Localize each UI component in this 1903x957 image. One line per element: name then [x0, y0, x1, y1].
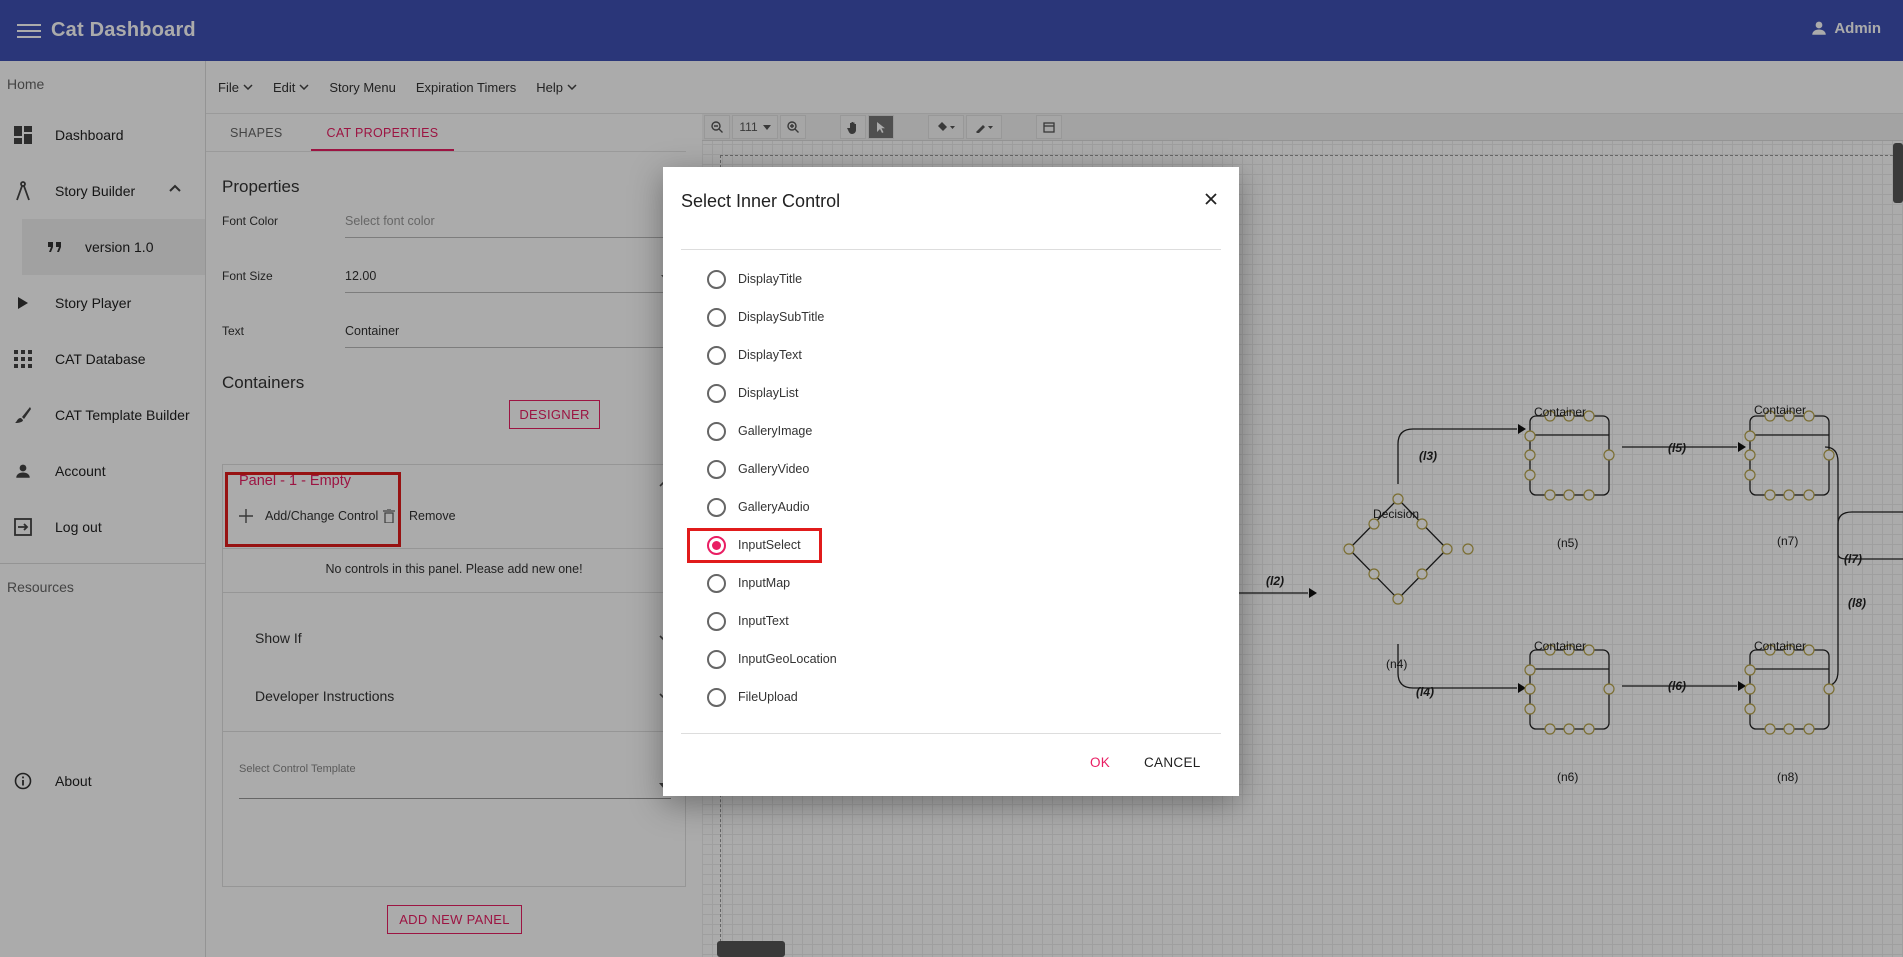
radio-button[interactable]: [707, 573, 726, 593]
option-label: FileUpload: [738, 690, 798, 704]
option-galleryimage[interactable]: GalleryImage: [707, 416, 812, 446]
option-fileupload[interactable]: FileUpload: [707, 682, 798, 712]
option-galleryaudio[interactable]: GalleryAudio: [707, 492, 810, 522]
radio-button[interactable]: [707, 421, 726, 441]
option-label: GalleryImage: [738, 424, 813, 438]
select-inner-control-dialog: Select Inner Control DisplayTitle Displa…: [663, 167, 1239, 796]
option-displaytitle[interactable]: DisplayTitle: [707, 264, 802, 294]
option-label: DisplayText: [738, 348, 802, 362]
option-label: InputGeoLocation: [738, 652, 837, 666]
radio-button[interactable]: [707, 269, 726, 289]
radio-button[interactable]: [707, 459, 726, 479]
cancel-button[interactable]: CANCEL: [1144, 755, 1201, 770]
option-displaysubtitle[interactable]: DisplaySubTitle: [707, 302, 824, 332]
highlight-inputselect: [687, 528, 822, 563]
radio-button[interactable]: [707, 611, 726, 631]
option-inputgeolocation[interactable]: InputGeoLocation: [707, 644, 837, 674]
option-label: DisplayTitle: [738, 272, 803, 286]
option-label: DisplayList: [738, 386, 799, 400]
option-label: GalleryAudio: [738, 500, 810, 514]
dialog-divider-bottom: [681, 733, 1221, 734]
option-label: DisplaySubTitle: [738, 310, 825, 324]
option-displaytext[interactable]: DisplayText: [707, 340, 802, 370]
close-icon[interactable]: [1201, 189, 1221, 209]
option-label: InputMap: [738, 576, 791, 590]
radio-button[interactable]: [707, 345, 726, 365]
radio-button[interactable]: [707, 497, 726, 517]
option-label: InputText: [738, 614, 789, 628]
ok-button[interactable]: OK: [1090, 755, 1110, 770]
option-inputtext[interactable]: InputText: [707, 606, 789, 636]
radio-button[interactable]: [707, 649, 726, 669]
radio-button[interactable]: [707, 687, 726, 707]
radio-button[interactable]: [707, 307, 726, 327]
option-displaylist[interactable]: DisplayList: [707, 378, 798, 408]
option-galleryvideo[interactable]: GalleryVideo: [707, 454, 809, 484]
dialog-title: Select Inner Control: [681, 191, 841, 211]
option-inputmap[interactable]: InputMap: [707, 568, 790, 598]
radio-button[interactable]: [707, 383, 726, 403]
option-label: GalleryVideo: [738, 462, 810, 476]
dialog-divider-top: [681, 249, 1221, 250]
